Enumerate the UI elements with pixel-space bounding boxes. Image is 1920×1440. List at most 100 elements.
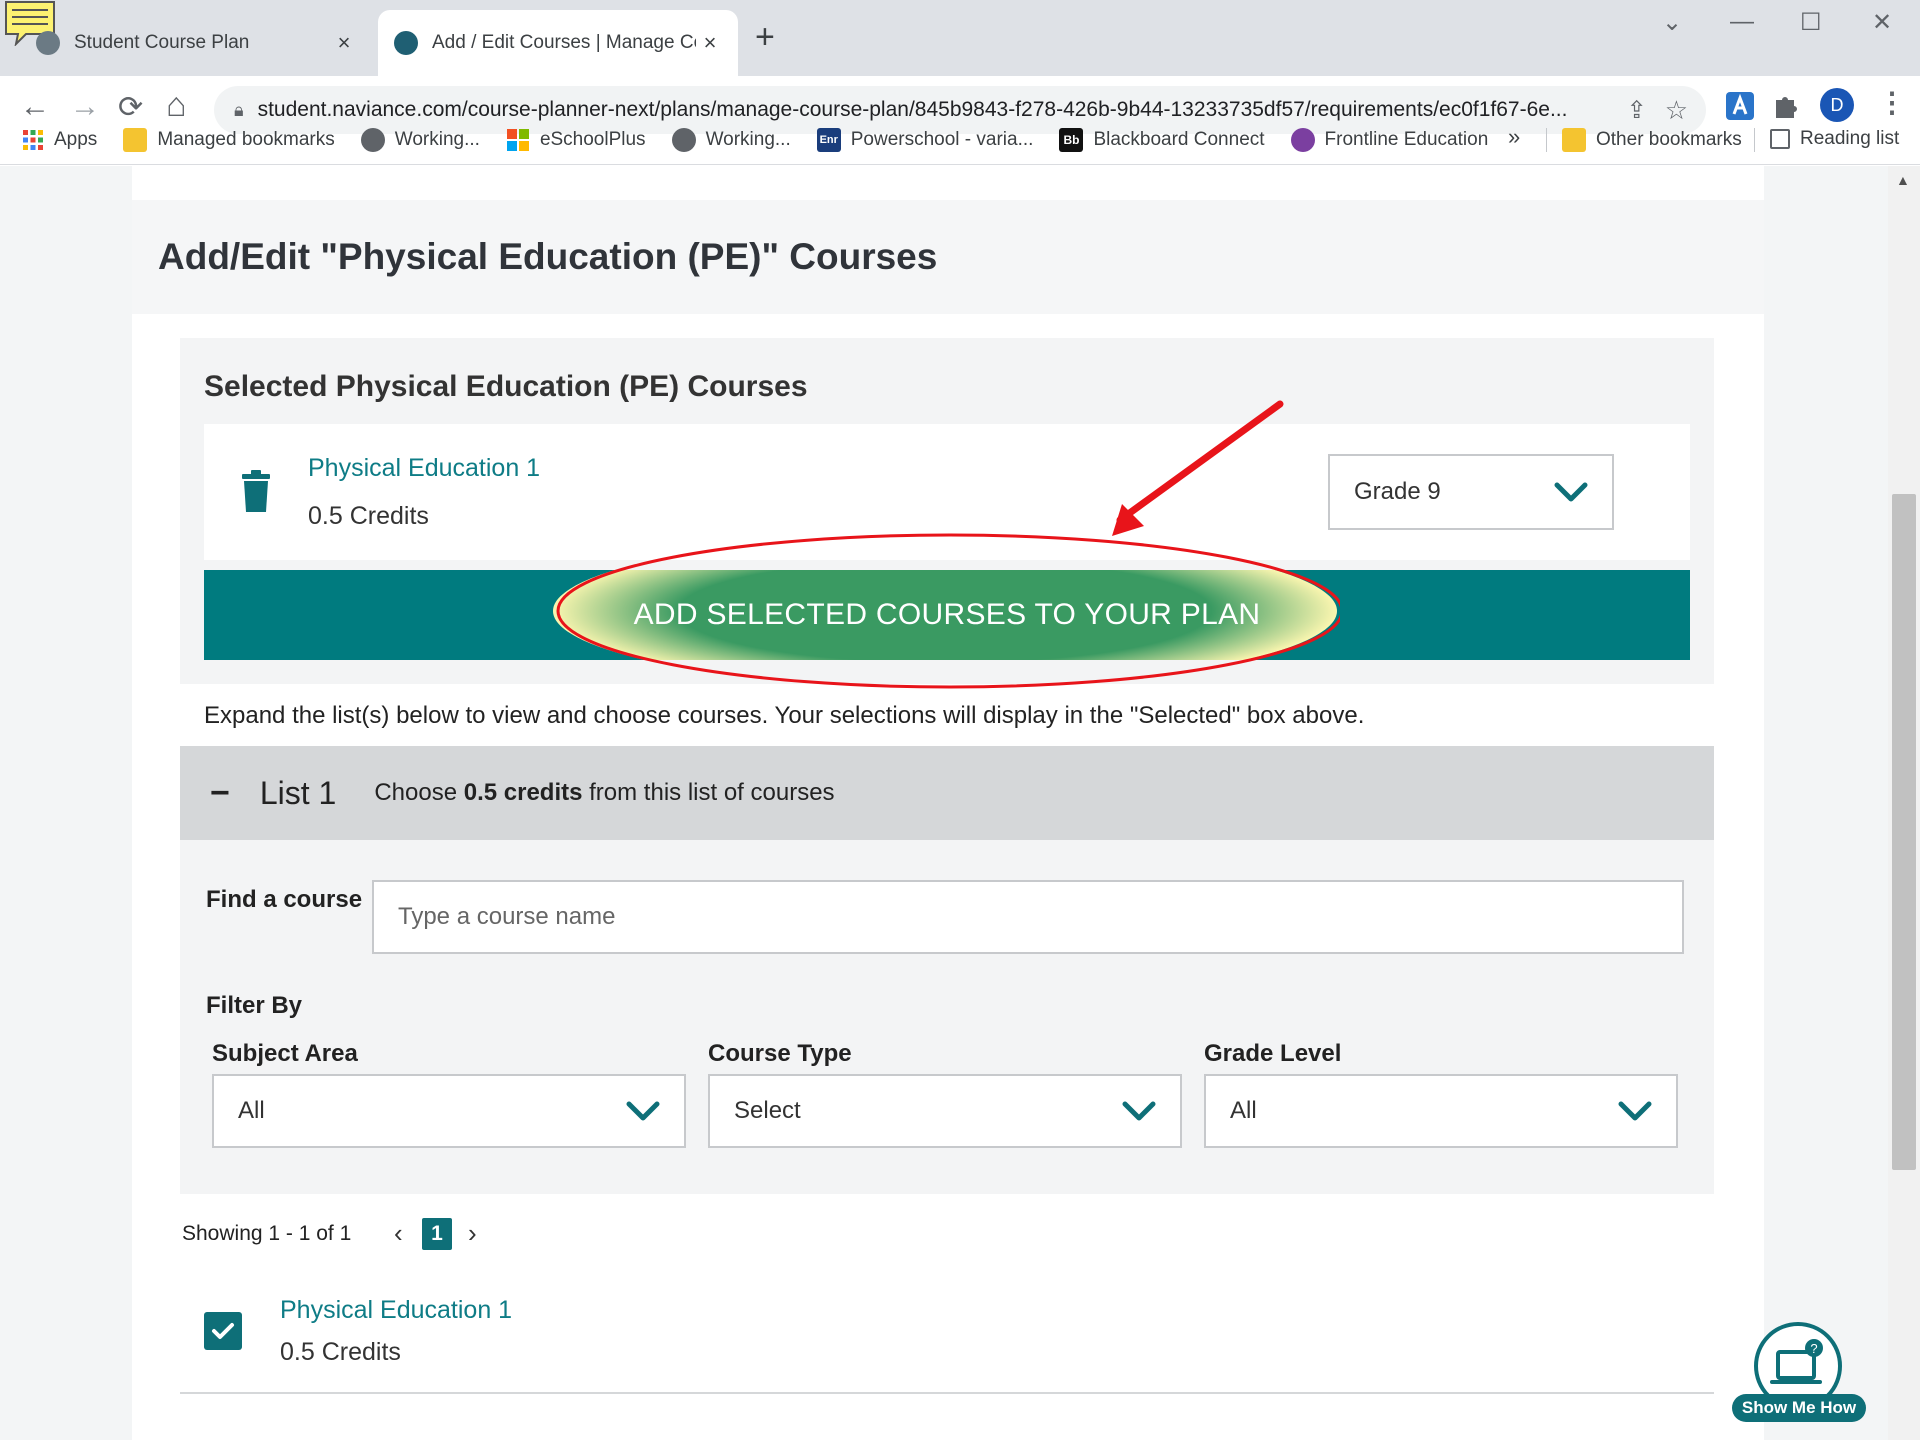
tab-title: Student Course Plan — [74, 32, 250, 53]
list-desc-suffix: from this list of courses — [582, 779, 835, 806]
folder-icon — [1562, 128, 1586, 152]
bookmark-label: Apps — [54, 129, 98, 150]
enr-icon: Enr — [816, 128, 841, 152]
home-icon[interactable]: ⌂ — [166, 86, 187, 125]
course-checkbox[interactable] — [204, 1312, 242, 1350]
lock-icon: 🔒︎ — [234, 99, 244, 120]
close-icon[interactable]: × — [330, 30, 358, 56]
selected-course-link[interactable]: Physical Education 1 — [308, 454, 540, 483]
extension-a-icon[interactable] — [1724, 90, 1756, 122]
svg-text:?: ? — [1810, 1341, 1817, 1356]
bookmark-label: Frontline Education — [1324, 129, 1489, 150]
bookmarks-divider — [1754, 128, 1755, 152]
page-title: Add/Edit "Physical Education (PE)" Cours… — [158, 236, 938, 277]
grade-level-value: All — [1230, 1097, 1257, 1124]
bookmark-eschoolplus[interactable]: eSchoolPlus — [506, 128, 646, 152]
grade-level-select[interactable]: All — [1204, 1074, 1678, 1148]
folder-icon — [123, 128, 148, 152]
profile-avatar[interactable]: D — [1820, 88, 1854, 122]
trash-icon[interactable] — [242, 470, 270, 512]
prev-page-button[interactable]: ‹ — [394, 1218, 403, 1249]
windows-logo-icon — [506, 129, 529, 151]
share-icon[interactable]: ⇪ — [1627, 96, 1647, 125]
bookmark-blackboard[interactable]: Bb Blackboard Connect — [1059, 128, 1265, 152]
grade-select[interactable]: Grade 9 — [1328, 454, 1614, 530]
apps-grid-icon — [23, 130, 43, 150]
extensions-puzzle-icon[interactable] — [1772, 92, 1800, 120]
list-title: List 1 — [259, 774, 337, 811]
selected-course-credits: 0.5 Credits — [308, 502, 429, 530]
tab-search-icon[interactable]: ⌄ — [1662, 8, 1682, 37]
window-close-button[interactable]: ✕ — [1872, 8, 1892, 37]
page-1-button[interactable]: 1 — [422, 1218, 452, 1250]
show-me-how-label[interactable]: Show Me How — [1732, 1394, 1866, 1422]
bookmark-powerschool[interactable]: Enr Powerschool - varia... — [816, 128, 1034, 152]
naviance-logo-icon — [394, 31, 418, 55]
list-desc-prefix: Choose — [374, 779, 464, 806]
new-tab-button[interactable]: + — [755, 18, 775, 57]
reload-icon[interactable]: ⟳ — [118, 90, 143, 125]
annotation-arrow-icon — [556, 400, 1340, 689]
results-section — [180, 1194, 1714, 1394]
bookmark-label: Reading list — [1800, 128, 1900, 149]
tab-student-course-plan[interactable]: Student Course Plan × — [20, 10, 372, 76]
bookmarks-overflow-button[interactable]: » — [1508, 124, 1520, 150]
list-desc-credits: 0.5 credits — [463, 779, 583, 806]
frontline-icon — [1290, 128, 1315, 152]
bookmark-label: Blackboard Connect — [1093, 129, 1265, 150]
showing-count: Showing 1 - 1 of 1 — [182, 1222, 352, 1245]
chevron-down-icon — [1618, 1101, 1652, 1121]
globe-icon — [671, 128, 696, 152]
tab-add-edit-courses[interactable]: Add / Edit Courses | Manage Course Plan … — [378, 10, 738, 76]
subject-area-select[interactable]: All — [212, 1074, 686, 1148]
grade-level-label: Grade Level — [1204, 1040, 1342, 1067]
bookmark-label: Powerschool - varia... — [850, 129, 1034, 150]
browser-menu-icon[interactable]: ⋮ — [1878, 86, 1906, 119]
scrollbar-thumb[interactable] — [1892, 494, 1916, 1170]
list-description: Choose 0.5 credits from this list of cou… — [374, 779, 834, 807]
bookmark-frontline[interactable]: Frontline Education — [1290, 128, 1489, 152]
chevron-down-icon — [1554, 482, 1588, 502]
course-type-value: Select — [734, 1097, 801, 1124]
instructions-text: Expand the list(s) below to view and cho… — [204, 702, 1365, 729]
bookmark-label: eSchoolPlus — [539, 129, 646, 150]
subject-area-label: Subject Area — [212, 1040, 358, 1067]
list-1-header[interactable]: − List 1 Choose 0.5 credits from this li… — [180, 746, 1714, 840]
maximize-button[interactable]: ☐ — [1800, 8, 1822, 37]
toolbar-divider — [0, 164, 1920, 165]
course-type-label: Course Type — [708, 1040, 852, 1067]
result-course-credits: 0.5 Credits — [280, 1338, 401, 1366]
checkmark-icon — [212, 1323, 234, 1339]
tab-title: Add / Edit Courses | Manage Course Plan — [432, 32, 696, 53]
page-header: Add/Edit "Physical Education (PE)" Cours… — [132, 200, 1764, 314]
collapse-icon[interactable]: − — [210, 774, 230, 813]
reading-list[interactable]: Reading list — [1770, 128, 1899, 150]
url-text: student.naviance.com/course-planner-next… — [257, 98, 1568, 121]
forward-icon[interactable]: → — [70, 90, 100, 124]
bookmark-label: Other bookmarks — [1596, 129, 1742, 150]
bookmark-apps[interactable]: Apps — [22, 129, 97, 151]
close-icon[interactable]: × — [696, 30, 724, 56]
bookmark-label: Working... — [705, 129, 791, 150]
back-icon[interactable]: ← — [20, 90, 50, 124]
course-search-input[interactable] — [372, 880, 1684, 954]
reading-list-icon — [1770, 129, 1790, 149]
bookmark-star-icon[interactable]: ☆ — [1665, 95, 1688, 126]
filter-by-label: Filter By — [206, 992, 303, 1019]
course-type-select[interactable]: Select — [708, 1074, 1182, 1148]
next-page-button[interactable]: › — [468, 1218, 477, 1249]
other-bookmarks[interactable]: Other bookmarks — [1562, 128, 1742, 152]
result-course-link[interactable]: Physical Education 1 — [280, 1296, 512, 1325]
bookmark-working-2[interactable]: Working... — [671, 128, 791, 152]
bookmark-label: Working... — [394, 129, 480, 150]
bookmarks-divider — [1546, 128, 1547, 152]
bookmark-working-1[interactable]: Working... — [360, 128, 480, 152]
minimize-button[interactable]: — — [1730, 8, 1754, 36]
chevron-down-icon — [1122, 1101, 1156, 1121]
bookmark-label: Managed bookmarks — [157, 129, 335, 150]
globe-icon — [360, 128, 385, 152]
subject-area-value: All — [238, 1097, 265, 1124]
scroll-up-icon[interactable]: ▲ — [1896, 172, 1910, 188]
bookmark-managed[interactable]: Managed bookmarks — [123, 128, 335, 152]
find-course-label: Find a course — [206, 886, 363, 913]
